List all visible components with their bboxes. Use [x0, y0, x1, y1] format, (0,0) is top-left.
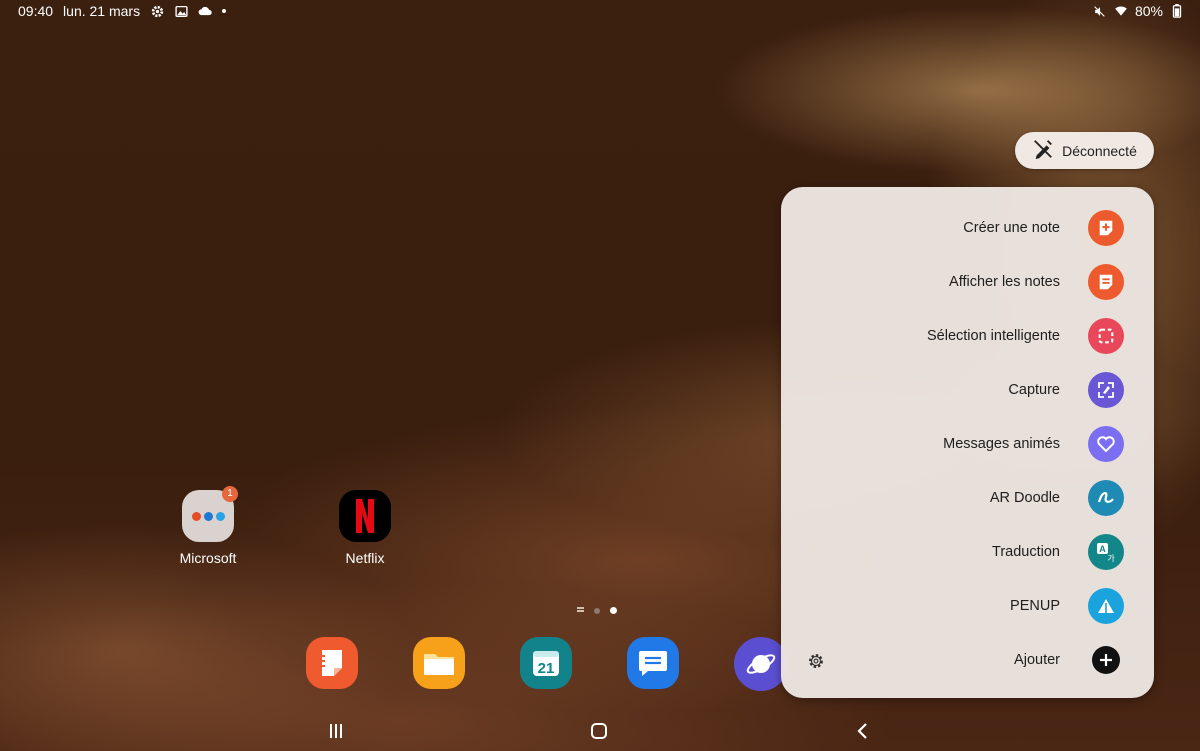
battery-percentage: 80% — [1134, 3, 1163, 19]
settings-icon[interactable] — [806, 651, 826, 671]
netflix-app[interactable]: Netflix — [320, 490, 410, 566]
menu-item-add[interactable]: Ajouter — [1014, 642, 1124, 678]
menu-item-view-notes[interactable]: Afficher les notes — [949, 264, 1124, 300]
home-icon[interactable] — [579, 716, 619, 746]
live-message-icon — [1088, 426, 1124, 462]
image-icon — [174, 4, 188, 18]
internet-app-icon[interactable] — [734, 637, 788, 691]
notification-dot — [222, 9, 227, 13]
add-icon — [1092, 646, 1120, 674]
page-dot-current — [610, 607, 617, 614]
penup-icon — [1088, 588, 1124, 624]
recents-icon[interactable] — [316, 716, 356, 746]
svg-text:A: A — [1099, 544, 1106, 554]
back-icon[interactable] — [843, 716, 883, 746]
air-command-panel: Créer une note Afficher les notes Sélect… — [781, 187, 1154, 698]
menu-item-capture[interactable]: Capture — [1008, 372, 1124, 408]
navigation-bar — [0, 716, 1200, 746]
menu-item-penup[interactable]: PENUP — [1010, 588, 1124, 624]
battery-icon — [1170, 4, 1184, 18]
menu-item-label: Ajouter — [1014, 652, 1060, 668]
menu-item-label: PENUP — [1010, 598, 1060, 614]
view-notes-icon — [1088, 264, 1124, 300]
notes-app-icon[interactable] — [306, 637, 358, 689]
calendar-app-icon[interactable]: 21 — [520, 637, 572, 689]
messages-app-icon[interactable] — [627, 637, 679, 689]
screen-write-icon — [1088, 372, 1124, 408]
page-dot-list — [577, 609, 584, 612]
menu-item-label: AR Doodle — [989, 490, 1060, 506]
app-label: Microsoft — [179, 550, 237, 566]
menu-item-label: Messages animés — [943, 436, 1060, 452]
ar-doodle-icon — [1088, 480, 1124, 516]
spen-status-indicator[interactable]: Déconnecté — [1015, 132, 1154, 169]
wifi-icon — [1114, 4, 1128, 18]
gear-icon — [150, 4, 164, 18]
mute-icon — [1093, 4, 1107, 18]
menu-item-live-message[interactable]: Messages animés — [943, 426, 1124, 462]
app-label: Netflix — [345, 550, 385, 566]
status-date: lun. 21 mars — [63, 3, 141, 19]
microsoft-folder[interactable]: 1 Microsoft — [163, 486, 253, 566]
menu-item-label: Capture — [1008, 382, 1060, 398]
menu-item-label: Traduction — [992, 544, 1060, 560]
create-note-icon — [1088, 210, 1124, 246]
status-time: 09:40 — [18, 3, 54, 19]
spen-disconnected-icon — [1032, 138, 1054, 163]
files-app-icon[interactable] — [413, 637, 465, 689]
menu-item-label: Créer une note — [963, 220, 1060, 236]
menu-item-ar-doodle[interactable]: AR Doodle — [990, 480, 1124, 516]
status-bar: 09:40 lun. 21 mars 80% — [0, 0, 1200, 24]
spen-status-label: Déconnecté — [1062, 142, 1137, 159]
cloud-icon — [198, 4, 212, 18]
smart-select-icon — [1088, 318, 1124, 354]
calendar-day: 21 — [538, 660, 555, 677]
menu-item-create-note[interactable]: Créer une note — [963, 210, 1124, 246]
menu-item-translate[interactable]: Traduction A가 — [992, 534, 1124, 570]
svg-text:가: 가 — [1107, 554, 1115, 563]
folder-icon: 1 — [182, 486, 238, 542]
menu-item-smart-select[interactable]: Sélection intelligente — [927, 318, 1124, 354]
menu-item-label: Afficher les notes — [949, 274, 1060, 290]
dock: 21 — [306, 637, 788, 691]
notification-badge: 1 — [222, 486, 238, 502]
page-indicator[interactable] — [577, 607, 617, 614]
menu-item-label: Sélection intelligente — [926, 328, 1060, 344]
translate-icon: A가 — [1088, 534, 1124, 570]
netflix-icon — [339, 490, 391, 542]
page-dot-home — [594, 607, 600, 614]
